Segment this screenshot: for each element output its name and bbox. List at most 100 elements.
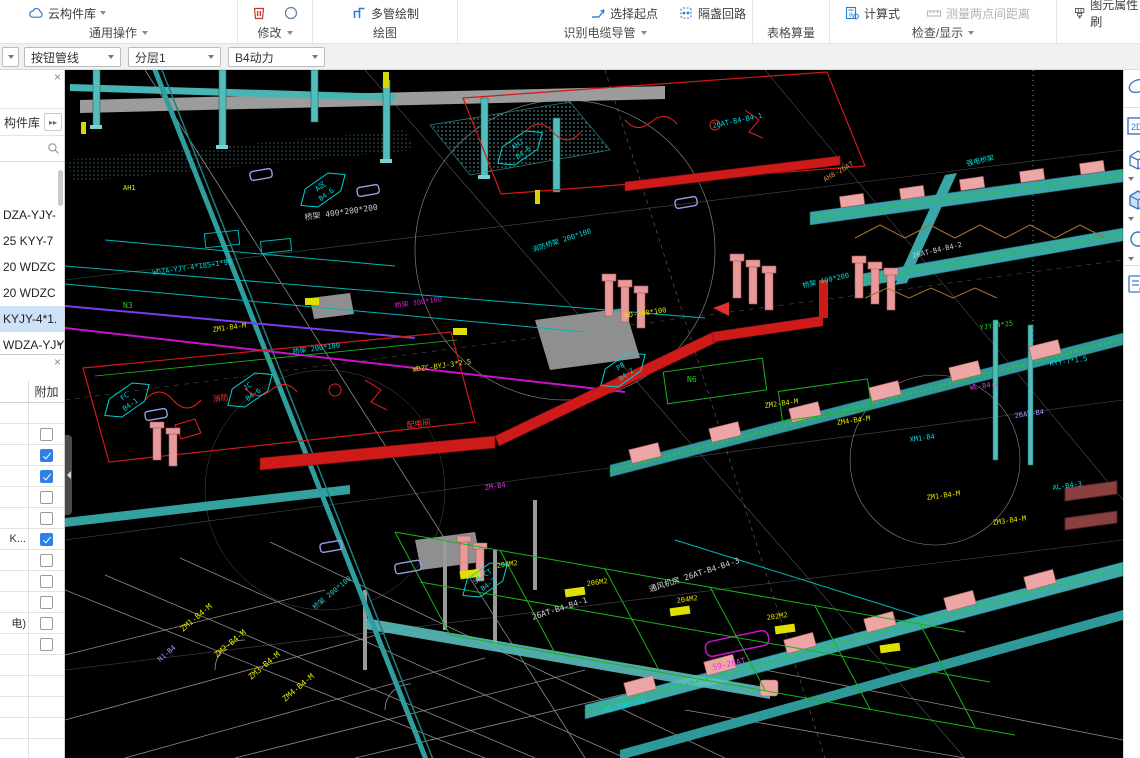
attach-row-label — [0, 424, 29, 444]
attach-row-label: K... — [0, 529, 29, 549]
display-settings-icon[interactable] — [1126, 272, 1140, 296]
chevron-down-icon[interactable] — [1128, 177, 1134, 181]
expand-right-icon[interactable]: ▸ — [57, 338, 62, 349]
search-icon — [47, 142, 60, 155]
multi-pipe-draw-button[interactable]: 多管绘制 — [351, 5, 419, 22]
formula-button[interactable]: a 计算式 — [844, 5, 900, 22]
attach-row — [0, 466, 64, 487]
ribbon-group-general: 云构件库 通用操作 — [0, 0, 238, 43]
formula-icon: a — [844, 5, 860, 21]
group-label-modify[interactable]: 修改 — [238, 24, 312, 41]
attach-checkbox[interactable] — [40, 617, 53, 630]
chevron-down-icon — [208, 55, 214, 59]
cloud-icon — [28, 5, 44, 21]
layer-combo[interactable]: 分层1 — [128, 47, 221, 67]
select-start-icon — [590, 5, 606, 21]
ribbon-toolbar: 云构件库 通用操作 修改 — [0, 0, 1140, 44]
group-label-check-display[interactable]: 检查/显示 — [830, 24, 1056, 41]
expand-double-arrow-icon[interactable]: ▸▸ — [44, 113, 62, 131]
attach-row-label — [0, 634, 29, 654]
svg-text:N6: N6 — [687, 375, 697, 384]
orbit-view-icon[interactable] — [1126, 74, 1140, 98]
attach-checkbox[interactable] — [40, 491, 53, 504]
clipped-combo[interactable] — [2, 47, 19, 67]
svg-text:a: a — [849, 12, 853, 19]
attach-row-label — [0, 466, 29, 486]
group-label-draw[interactable]: 绘图 — [313, 24, 457, 41]
group-label-identify[interactable]: 识别电缆导管 — [458, 24, 752, 41]
attach-row — [0, 403, 64, 424]
attach-checkbox[interactable] — [40, 575, 53, 588]
group-label-table-calc[interactable]: 表格算量 — [753, 24, 829, 41]
ribbon-group-property-brush: 图元属性刷 — [1057, 0, 1140, 43]
measure-distance-button[interactable]: 测量两点间距离 — [926, 5, 1030, 22]
attach-row: K... — [0, 529, 64, 550]
rotate-view-icon[interactable] — [1126, 227, 1140, 251]
attach-row: 电) — [0, 613, 64, 634]
circle-tool-icon[interactable] — [283, 5, 299, 21]
view-toolbar: 2D — [1123, 70, 1140, 758]
catalog-tab[interactable]: 构件库 ▸▸ — [0, 108, 64, 136]
catalog-item[interactable]: KYJY-4*1. — [0, 306, 64, 332]
property-brush-icon — [1073, 5, 1086, 21]
2d-label: 2D — [1131, 122, 1140, 132]
group-label-general[interactable]: 通用操作 — [0, 24, 237, 41]
attach-row-label — [0, 739, 29, 758]
attach-row — [0, 571, 64, 592]
skip-circuit-button[interactable]: 隔盏回路 — [678, 5, 746, 22]
attach-row — [0, 655, 64, 676]
application-window: 云构件库 通用操作 修改 — [0, 0, 1140, 758]
attach-row — [0, 676, 64, 697]
attach-checkbox[interactable] — [40, 428, 53, 441]
chevron-down-icon[interactable] — [1128, 257, 1134, 261]
pipe-type-combo[interactable]: 按钮管线 — [24, 47, 121, 67]
break-icon[interactable] — [251, 5, 267, 21]
attach-row-label — [0, 508, 29, 528]
chevron-down-icon — [968, 31, 974, 35]
chevron-down-icon — [108, 55, 114, 59]
attach-row-label — [0, 676, 29, 696]
catalog-item[interactable]: DZA-YJY- — [0, 202, 64, 228]
close-icon[interactable]: × — [54, 71, 61, 83]
svg-text:AH1: AH1 — [123, 184, 136, 192]
attach-col2-header: 附加 — [29, 381, 64, 402]
2d-view-icon[interactable]: 2D — [1126, 114, 1140, 138]
scrollbar-thumb[interactable] — [58, 170, 63, 206]
3d-solid-view-icon[interactable] — [1126, 187, 1140, 211]
ribbon-group-identify: 选择起点 隔盏回路 识别电缆导管 — [458, 0, 753, 43]
close-icon[interactable]: × — [54, 356, 61, 368]
ribbon-group-check-display: a 计算式 测量两点间距离 检查/显示 — [830, 0, 1057, 43]
attach-row — [0, 508, 64, 529]
model-view-canvas[interactable]: 桥架 400*200*200WDZA-YJY-4*185+1*95桥架 300*… — [65, 70, 1123, 758]
attach-row-label: 电) — [0, 613, 29, 633]
cloud-library-button[interactable]: 云构件库 — [28, 5, 106, 22]
model-artwork: 桥架 400*200*200WDZA-YJY-4*185+1*95桥架 300*… — [65, 70, 1123, 758]
catalog-item[interactable]: 20 WDZC — [0, 254, 64, 280]
catalog-item[interactable]: WDZA-YJY — [0, 332, 64, 355]
attach-checkbox[interactable] — [40, 512, 53, 525]
attach-checkbox[interactable] — [40, 470, 53, 483]
attach-checkbox[interactable] — [40, 638, 53, 651]
select-start-button[interactable]: 选择起点 — [590, 5, 658, 22]
attach-table-header: 附加 — [0, 381, 64, 403]
measure-icon — [926, 5, 942, 21]
catalog-item[interactable]: 20 WDZC — [0, 280, 64, 306]
attach-checkbox[interactable] — [40, 533, 53, 546]
ribbon-group-modify: 修改 — [238, 0, 313, 43]
chevron-down-icon[interactable] — [1128, 217, 1134, 221]
chevron-down-icon — [142, 31, 148, 35]
catalog-search-input[interactable] — [0, 136, 64, 162]
system-combo[interactable]: B4动力 — [228, 47, 325, 67]
attach-checkbox[interactable] — [40, 554, 53, 567]
attach-row-label — [0, 592, 29, 612]
attach-checkbox[interactable] — [40, 596, 53, 609]
catalog-item[interactable]: 25 KYY-7 — [0, 228, 64, 254]
3d-wire-view-icon[interactable] — [1126, 147, 1140, 171]
attach-checkbox[interactable] — [40, 449, 53, 462]
attach-row — [0, 445, 64, 466]
panel-collapse-handle[interactable] — [65, 435, 72, 515]
chevron-down-icon — [287, 31, 293, 35]
skip-circuit-icon — [678, 5, 694, 21]
property-brush-button[interactable]: 图元属性刷 — [1073, 0, 1140, 30]
cloud-library-label: 云构件库 — [48, 5, 96, 22]
